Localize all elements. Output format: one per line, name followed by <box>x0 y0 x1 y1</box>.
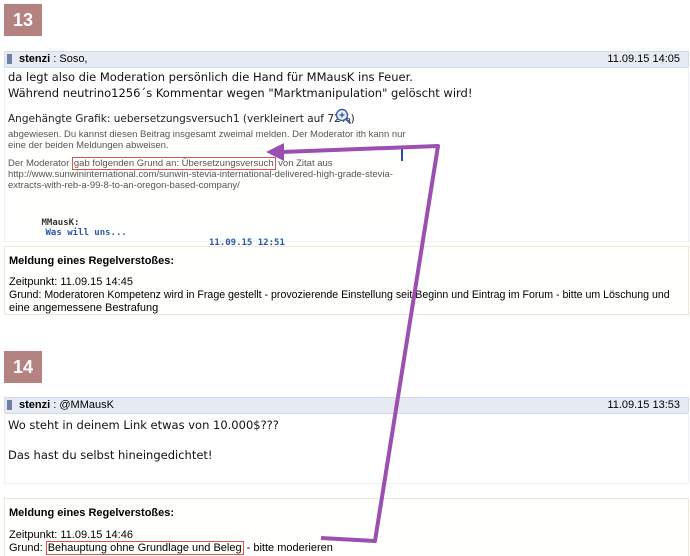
attachment-label: Angehängte Grafik: uebersetzungsversuch1… <box>8 113 355 125</box>
reply-to: @MMausK <box>59 399 114 411</box>
post-header: stenzi : Soso, 11.09.15 14:05 <box>4 51 689 68</box>
post-text-line: Während neutrino1256´s Kommentar wegen "… <box>8 86 473 100</box>
report-time: Zeitpunkt: 11.09.15 14:45 <box>9 276 133 288</box>
attached-screenshot[interactable]: abgewiesen. Du kannst diesen Beitrag ins… <box>5 127 406 248</box>
post-date: 11.09.15 14:05 <box>607 53 680 65</box>
report-reason: Grund: Moderatoren Kompetenz wird in Fra… <box>9 289 670 301</box>
post-text-line: da legt also die Moderation persönlich d… <box>8 70 413 84</box>
post-pin-icon <box>7 400 12 410</box>
post-number-badge: 14 <box>4 351 42 383</box>
magnifier-plus-icon[interactable] <box>335 108 352 125</box>
post-author-line: stenzi : Soso, <box>19 53 88 65</box>
post-number-badge: 13 <box>4 4 42 36</box>
post-author-line: stenzi : @MMausK <box>19 399 114 411</box>
quote-reason: Der Moderator gab folgenden Grund an: Üb… <box>8 157 333 170</box>
violation-report: Meldung eines Regelverstoßes: Zeitpunkt:… <box>4 498 689 556</box>
quote-text: abgewiesen. Du kannst diesen Beitrag ins… <box>8 129 406 140</box>
post-header: stenzi : @MMausK 11.09.15 13:53 <box>4 397 689 414</box>
quote-text: eine der beiden Meldungen abweisen. <box>8 140 169 151</box>
reply-to: Soso, <box>59 53 88 65</box>
post-pin-icon <box>7 54 12 64</box>
scroll-marker <box>401 149 403 161</box>
author-name[interactable]: stenzi <box>19 53 50 65</box>
quote-link[interactable]: Was will uns... <box>46 228 127 238</box>
report-title: Meldung eines Regelverstoßes: <box>9 255 175 267</box>
author-name[interactable]: stenzi <box>19 399 50 411</box>
post-body: da legt also die Moderation persönlich d… <box>4 67 689 248</box>
post-text-line: Das hast du selbst hineingedichtet! <box>8 448 213 462</box>
post-body: Wo steht in deinem Link etwas von 10.000… <box>4 413 689 484</box>
quote-url: http://www.sunwininternational.com/sunwi… <box>8 169 393 180</box>
violation-report: Meldung eines Regelverstoßes: Zeitpunkt:… <box>4 246 689 315</box>
post-text-line: Wo steht in deinem Link etwas von 10.000… <box>8 418 279 432</box>
post-date: 11.09.15 13:53 <box>607 399 680 411</box>
quote-url: extracts-with-reb-a-99-8-to-an-oregon-ba… <box>8 180 240 191</box>
report-reason: eine angemessene Bestrafung <box>9 302 159 314</box>
report-reason: Grund: Behauptung ohne Grundlage und Bel… <box>9 541 333 555</box>
highlighted-reason: Behauptung ohne Grundlage und Beleg <box>45 541 244 555</box>
quote-author: MMausK: <box>41 218 80 228</box>
report-title: Meldung eines Regelverstoßes: <box>9 507 175 519</box>
